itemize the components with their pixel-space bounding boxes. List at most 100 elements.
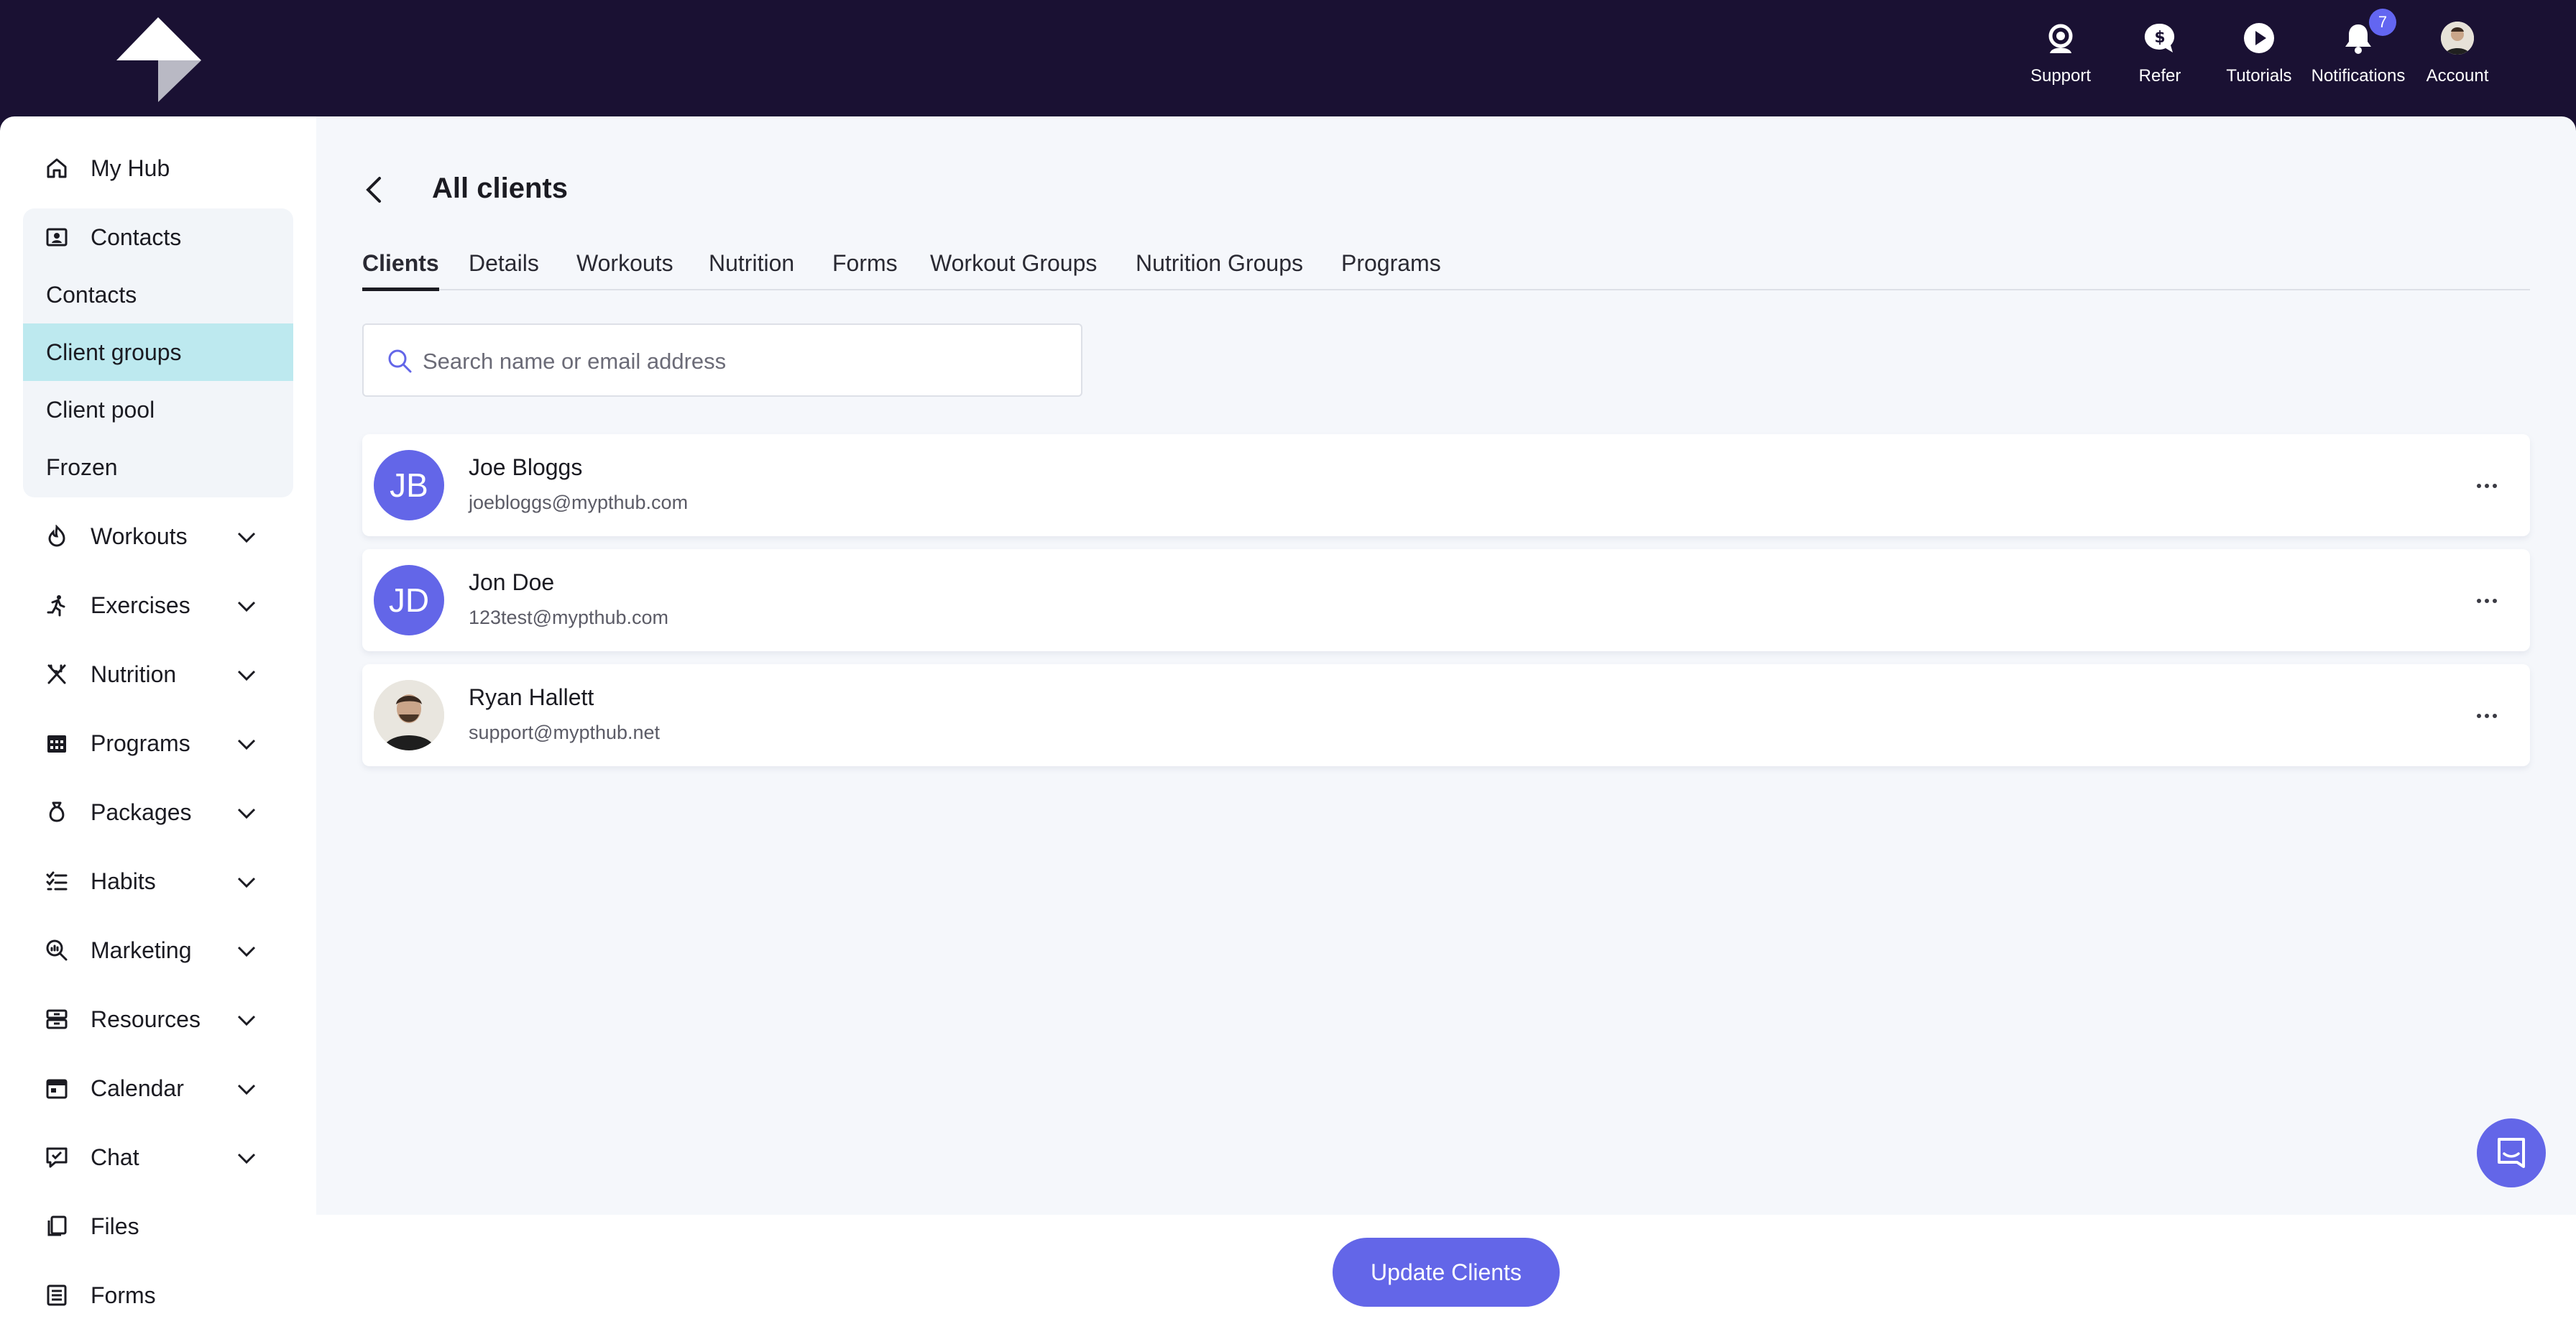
- client-name: Jon Doe: [469, 569, 555, 595]
- sidebar-item-label: Contacts: [91, 224, 182, 250]
- client-email: support@mypthub.net: [469, 722, 661, 743]
- sidebar-subitem-label: Frozen: [46, 454, 118, 480]
- sidebar-subitem-label: Contacts: [46, 281, 137, 308]
- brand-logo[interactable]: [115, 16, 203, 104]
- tab-clients[interactable]: Clients: [362, 250, 439, 291]
- sidebar-item-label: Chat: [91, 1144, 139, 1170]
- sidebar-item-programs[interactable]: Programs: [23, 714, 293, 772]
- calendar-grid-icon: [45, 731, 69, 755]
- top-nav-tutorials[interactable]: Tutorials: [2209, 20, 2309, 86]
- sidebar-item-contacts[interactable]: Contacts: [23, 208, 293, 266]
- sidebar-item-exercises[interactable]: Exercises: [23, 576, 293, 634]
- svg-text:$: $: [2154, 29, 2165, 47]
- more-options-icon[interactable]: [2472, 702, 2501, 730]
- sidebar-item-my-hub[interactable]: My Hub: [23, 139, 293, 197]
- sidebar-item-resources[interactable]: Resources: [23, 990, 293, 1048]
- sidebar-item-label: Habits: [91, 868, 156, 894]
- sidebar-item-label: Programs: [91, 730, 190, 756]
- sidebar-subitem-client-groups[interactable]: Client groups: [23, 323, 293, 381]
- chevron-down-icon: [237, 670, 256, 681]
- tab-nutrition[interactable]: Nutrition: [709, 250, 794, 288]
- client-name: Joe Bloggs: [469, 454, 583, 480]
- sidebar-subitem-client-pool[interactable]: Client pool: [23, 381, 293, 438]
- top-bar: Support $ Refer Tutorials 7 Notification…: [0, 0, 2576, 116]
- tab-programs[interactable]: Programs: [1341, 250, 1441, 288]
- chevron-down-icon: [237, 1153, 256, 1164]
- client-name: Ryan Hallett: [469, 684, 594, 710]
- update-clients-button[interactable]: Update Clients: [1333, 1238, 1560, 1307]
- notification-count-badge: 7: [2369, 9, 2396, 36]
- tab-workouts[interactable]: Workouts: [576, 250, 673, 288]
- top-nav-notifications-label: Notifications: [2311, 66, 2406, 86]
- support-chat-button[interactable]: [2477, 1118, 2546, 1187]
- magnify-chart-icon: [45, 938, 69, 962]
- account-avatar: [2439, 20, 2475, 56]
- page-title: All clients: [432, 173, 568, 204]
- search-input[interactable]: [421, 339, 1057, 384]
- files-icon: [45, 1214, 69, 1238]
- top-nav-refer-label: Refer: [2138, 66, 2181, 86]
- tab-nutrition-groups[interactable]: Nutrition Groups: [1136, 250, 1303, 288]
- client-row[interactable]: Ryan Hallett support@mypthub.net: [362, 664, 2530, 766]
- more-options-icon[interactable]: [2472, 472, 2501, 500]
- money-bag-icon: [45, 800, 69, 824]
- sidebar-item-label: Forms: [91, 1282, 156, 1308]
- sidebar-item-nutrition[interactable]: Nutrition: [23, 645, 293, 703]
- home-icon: [45, 156, 69, 180]
- sidebar-subitem-contacts[interactable]: Contacts: [23, 266, 293, 323]
- sidebar-subitem-frozen[interactable]: Frozen: [23, 438, 293, 496]
- bottom-action-bar: Update Clients: [316, 1215, 2576, 1324]
- top-nav-tutorials-label: Tutorials: [2226, 66, 2292, 86]
- avatar: JD: [374, 565, 444, 635]
- utensils-icon: [45, 662, 69, 686]
- running-icon: [45, 593, 69, 617]
- top-nav-account[interactable]: Account: [2408, 20, 2507, 86]
- sidebar-item-packages[interactable]: Packages: [23, 783, 293, 841]
- chevron-down-icon: [237, 601, 256, 612]
- sidebar-item-forms[interactable]: Forms: [23, 1266, 293, 1324]
- top-nav-support-label: Support: [2030, 66, 2092, 86]
- sidebar-subitem-label: Client pool: [46, 396, 155, 423]
- avatar: JB: [374, 450, 444, 520]
- top-nav-support[interactable]: Support: [2011, 20, 2110, 86]
- chevron-down-icon: [237, 1015, 256, 1026]
- sidebar-item-label: Exercises: [91, 592, 190, 618]
- form-icon: [45, 1283, 69, 1307]
- top-nav: Support $ Refer Tutorials 7 Notification…: [2011, 9, 2507, 86]
- checklist-icon: [45, 869, 69, 893]
- play-icon: [2241, 20, 2277, 56]
- tab-workout-groups[interactable]: Workout Groups: [930, 250, 1097, 288]
- client-row[interactable]: JD Jon Doe 123test@mypthub.com: [362, 549, 2530, 651]
- sidebar-item-label: Packages: [91, 799, 192, 825]
- avatar-photo: [374, 680, 444, 750]
- sidebar-item-files[interactable]: Files: [23, 1197, 293, 1255]
- sidebar-item-label: Calendar: [91, 1075, 184, 1101]
- chevron-down-icon: [237, 532, 256, 543]
- search-icon: [388, 349, 412, 373]
- search-box: [362, 323, 1082, 397]
- tab-details[interactable]: Details: [469, 250, 539, 288]
- more-options-icon[interactable]: [2472, 587, 2501, 615]
- chevron-down-icon: [237, 739, 256, 750]
- client-email: joebloggs@mypthub.com: [469, 492, 689, 513]
- sidebar-item-label: Files: [91, 1213, 139, 1239]
- top-nav-refer[interactable]: $ Refer: [2110, 20, 2209, 86]
- client-row[interactable]: JB Joe Bloggs joebloggs@mypthub.com: [362, 434, 2530, 536]
- archive-icon: [45, 1007, 69, 1031]
- main-content: All clients Clients Details Workouts Nut…: [316, 116, 2576, 1324]
- contact-card-icon: [45, 225, 69, 249]
- tab-forms[interactable]: Forms: [832, 250, 898, 288]
- sidebar-subitem-label: Client groups: [46, 339, 182, 365]
- back-arrow-icon[interactable]: [359, 174, 391, 206]
- sidebar-item-workouts[interactable]: Workouts: [23, 507, 293, 565]
- sidebar-item-label: My Hub: [91, 155, 170, 181]
- sidebar-item-chat[interactable]: Chat: [23, 1128, 293, 1186]
- sidebar-item-habits[interactable]: Habits: [23, 852, 293, 910]
- refer-icon: $: [2142, 20, 2178, 56]
- sidebar-item-label: Marketing: [91, 937, 192, 963]
- sidebar-item-calendar[interactable]: Calendar: [23, 1059, 293, 1117]
- sidebar-item-marketing[interactable]: Marketing: [23, 921, 293, 979]
- chevron-down-icon: [237, 946, 256, 957]
- flame-icon: [45, 524, 69, 548]
- top-nav-notifications[interactable]: 7 Notifications: [2309, 9, 2408, 86]
